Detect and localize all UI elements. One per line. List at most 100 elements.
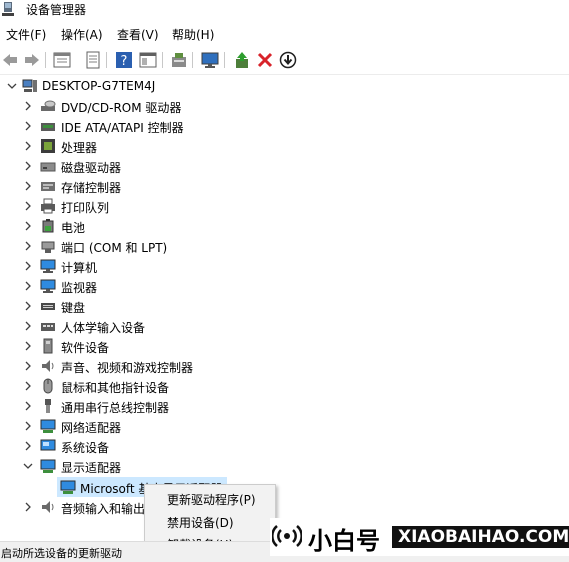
tree-item-label: 打印队列 — [61, 201, 110, 215]
tree-item-storage[interactable]: 存储控制器 — [0, 176, 569, 196]
speaker-icon — [42, 501, 54, 513]
mouse-icon — [43, 378, 53, 394]
tree-item-processor[interactable]: 处理器 — [0, 136, 569, 156]
tree-item-print-queue[interactable]: 打印队列 — [0, 196, 569, 216]
chevron-right-icon[interactable] — [22, 359, 34, 373]
status-text: 启动所选设备的更新驱动 — [1, 547, 122, 560]
tree-item-label: 端口 (COM 和 LPT) — [61, 241, 168, 255]
tree-item-label: 磁盘驱动器 — [61, 161, 122, 175]
chevron-right-icon[interactable] — [22, 319, 34, 333]
tree-item-dvd[interactable]: DVD/CD-ROM 驱动器 — [0, 96, 569, 116]
scan-hardware-icon — [172, 53, 186, 67]
update-driver-button[interactable] — [232, 50, 252, 70]
view-button[interactable] — [138, 50, 158, 70]
toolbar-separator — [192, 52, 193, 68]
tree-item-display-adapter[interactable]: 显示适配器 — [0, 456, 569, 476]
menu-item-disable-device[interactable]: 禁用设备(D) — [167, 514, 234, 531]
chevron-right-icon[interactable] — [22, 199, 34, 213]
tree-item-usb[interactable]: 通用串行总线控制器 — [0, 396, 569, 416]
tree-item-software[interactable]: 软件设备 — [0, 336, 569, 356]
toolbar: ? — [0, 46, 569, 75]
tree-item-audio-io[interactable]: 音频输入和输出 — [0, 497, 569, 517]
toolbar-separator — [106, 52, 107, 68]
tree-item-label: 键盘 — [61, 301, 86, 315]
chevron-right-icon[interactable] — [22, 379, 34, 393]
tree-item-label: 软件设备 — [61, 341, 110, 355]
computer-name: DESKTOP-G7TEM4J — [42, 79, 156, 93]
chevron-right-icon[interactable] — [22, 339, 34, 353]
svg-text:?: ? — [121, 54, 128, 69]
chevron-right-icon[interactable] — [22, 219, 34, 233]
show-hidden-button[interactable] — [83, 50, 103, 70]
keyboard-icon — [41, 303, 55, 310]
scan-hardware-button[interactable] — [169, 50, 189, 70]
chevron-right-icon[interactable] — [22, 259, 34, 273]
tree-item-label: 处理器 — [61, 141, 98, 155]
properties-button[interactable] — [52, 50, 72, 70]
chevron-right-icon[interactable] — [22, 119, 34, 133]
software-device-icon — [43, 338, 53, 354]
chevron-down-icon[interactable] — [22, 459, 34, 473]
tree-item-network[interactable]: 网络适配器 — [0, 416, 569, 436]
help-button[interactable]: ? — [114, 50, 134, 70]
broadcast-signal-icon — [272, 525, 302, 547]
chevron-down-icon[interactable] — [6, 79, 18, 93]
chevron-right-icon[interactable] — [22, 99, 34, 113]
toolbar-separator — [224, 52, 225, 68]
monitor-icon — [201, 52, 219, 68]
add-legacy-button[interactable] — [200, 50, 220, 70]
port-icon — [41, 241, 55, 253]
toolbar-separator — [45, 52, 46, 68]
computer-icon — [22, 79, 37, 92]
tree-item-battery[interactable]: 电池 — [0, 216, 569, 236]
tree-item-monitor[interactable]: 监视器 — [0, 276, 569, 296]
chevron-right-icon[interactable] — [22, 159, 34, 173]
tree-item-label: 人体学输入设备 — [61, 321, 146, 335]
tree-root[interactable]: DESKTOP-G7TEM4J — [0, 76, 569, 96]
tree-item-ide[interactable]: IDE ATA/ATAPI 控制器 — [0, 116, 569, 136]
network-adapter-icon — [40, 419, 56, 433]
back-button[interactable] — [0, 50, 20, 70]
tree-item-label: 声音、视频和游戏控制器 — [61, 361, 194, 375]
chevron-right-icon[interactable] — [22, 239, 34, 253]
download-circle-icon — [279, 51, 297, 69]
chevron-right-icon[interactable] — [22, 139, 34, 153]
enable-device-button[interactable] — [278, 50, 298, 70]
tree-item-keyboard[interactable]: 键盘 — [0, 296, 569, 316]
tree-item-basic-display[interactable]: Microsoft 基本显示适配器 — [0, 477, 569, 497]
tree-item-computer[interactable]: 计算机 — [0, 256, 569, 276]
chevron-right-icon[interactable] — [22, 399, 34, 413]
printer-icon — [41, 198, 55, 214]
window-title: 设备管理器 — [26, 3, 87, 17]
menu-item-update-driver[interactable]: 更新驱动程序(P) — [167, 491, 256, 508]
tree-item-label: DVD/CD-ROM 驱动器 — [61, 101, 182, 115]
delete-x-icon — [257, 52, 273, 68]
watermark-logo: 小白号 XIAOBAIHAO.COM — [270, 518, 569, 556]
tree-item-sound[interactable]: 声音、视频和游戏控制器 — [0, 356, 569, 376]
menu-file[interactable]: 文件(F) — [6, 26, 46, 43]
menu-view[interactable]: 查看(V) — [117, 26, 159, 43]
chevron-right-icon[interactable] — [22, 439, 34, 453]
chevron-right-icon[interactable] — [22, 179, 34, 193]
menu-action[interactable]: 操作(A) — [61, 26, 103, 43]
tree-item-mouse[interactable]: 鼠标和其他指针设备 — [0, 376, 569, 396]
hid-icon — [41, 323, 55, 331]
chevron-right-icon[interactable] — [22, 279, 34, 293]
uninstall-button[interactable] — [255, 50, 275, 70]
tree-item-label: 显示适配器 — [61, 461, 122, 475]
forward-button[interactable] — [22, 50, 42, 70]
chevron-right-icon[interactable] — [22, 299, 34, 313]
window-list-icon — [53, 52, 71, 68]
tree-item-system[interactable]: 系统设备 — [0, 436, 569, 456]
processor-icon — [41, 139, 55, 153]
tree-item-ports[interactable]: 端口 (COM 和 LPT) — [0, 236, 569, 256]
menu-help[interactable]: 帮助(H) — [172, 26, 214, 43]
tree-item-hid[interactable]: 人体学输入设备 — [0, 316, 569, 336]
chevron-right-icon[interactable] — [22, 500, 34, 514]
system-device-icon — [40, 439, 56, 451]
tree-item-label: 存储控制器 — [61, 181, 122, 195]
tree-item-disk[interactable]: 磁盘驱动器 — [0, 156, 569, 176]
toolbar-separator — [162, 52, 163, 68]
chevron-right-icon[interactable] — [22, 419, 34, 433]
tree-item-label: IDE ATA/ATAPI 控制器 — [61, 121, 184, 135]
